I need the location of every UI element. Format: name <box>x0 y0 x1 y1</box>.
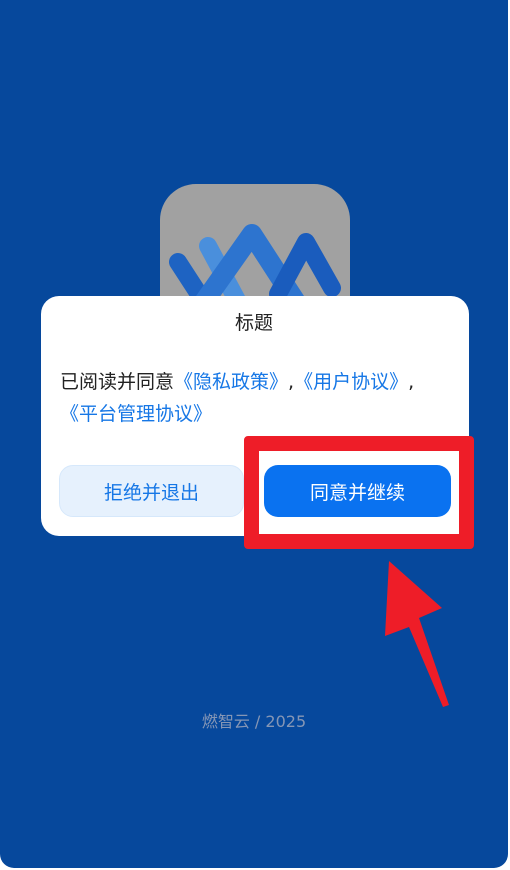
splash-screen: 标题 已阅读并同意《隐私政策》,《用户协议》, 《平台管理协议》 拒绝并退出 同意… <box>0 0 508 868</box>
annotation-arrow-icon <box>385 561 449 707</box>
footer-copyright: 燃智云 / 2025 <box>201 712 307 731</box>
